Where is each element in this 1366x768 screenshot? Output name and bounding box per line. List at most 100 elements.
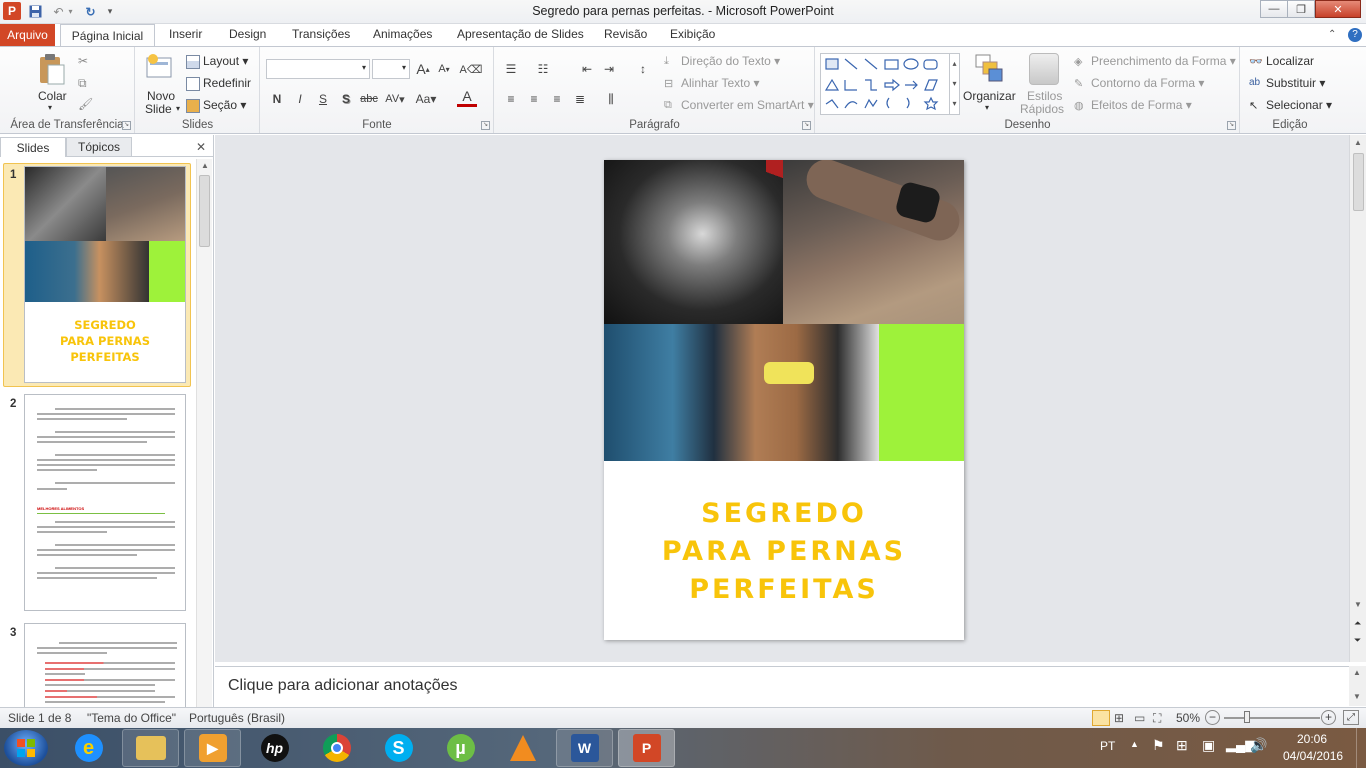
start-button[interactable] — [4, 730, 48, 766]
previous-slide-icon[interactable]: ⏶ — [1354, 618, 1361, 629]
bold-button[interactable]: N — [267, 89, 287, 109]
volume-icon[interactable]: 🔊 — [1250, 737, 1267, 754]
zoom-out-icon[interactable]: − — [1205, 710, 1220, 725]
tab-home[interactable]: Página Inicial — [60, 24, 155, 47]
italic-button[interactable]: I — [290, 89, 310, 109]
dialog-launcher-icon[interactable]: ↘ — [1227, 121, 1236, 130]
minimize-button[interactable]: — — [1260, 0, 1288, 18]
scroll-up-icon[interactable]: ▲ — [201, 161, 209, 170]
paste-button[interactable]: Colar — [38, 89, 67, 103]
zoom-level[interactable]: 50% — [1176, 711, 1200, 725]
quick-styles-icon[interactable] — [1029, 53, 1059, 85]
align-right-icon[interactable]: ≡ — [547, 89, 567, 109]
grow-font-icon[interactable]: A ▴ — [413, 59, 433, 79]
shape-effects-button[interactable]: ◍ Efeitos de Forma ▾ — [1074, 98, 1192, 113]
taskbar-file-explorer[interactable] — [122, 729, 179, 767]
font-family-select[interactable]: ▾ — [266, 59, 370, 79]
slide-vertical-scrollbar[interactable]: ▲ ▼ ⏶ ⏷ — [1349, 135, 1366, 662]
slide-title-line-3[interactable]: PERFEITAS — [604, 571, 964, 609]
fit-to-window-icon[interactable]: ⤢ — [1343, 710, 1359, 725]
show-desktop-button[interactable] — [1356, 728, 1366, 768]
slide-thumbnail-3[interactable] — [24, 623, 186, 707]
paste-dropdown-icon[interactable]: ▾ — [48, 103, 52, 112]
maximize-button[interactable]: ❐ — [1287, 0, 1315, 18]
reading-view-icon[interactable]: ▭ — [1134, 711, 1145, 725]
columns-icon[interactable]: ⫼ — [601, 89, 621, 109]
tab-file[interactable]: Arquivo — [0, 24, 55, 46]
taskbar-skype[interactable]: S — [370, 729, 427, 767]
language-status[interactable]: Português (Brasil) — [189, 711, 285, 725]
zoom-slider[interactable] — [1224, 711, 1320, 723]
slide-title-line-2[interactable]: PARA PERNAS — [604, 533, 964, 571]
underline-button[interactable]: S — [313, 89, 333, 109]
text-direction-button[interactable]: ⤓ Direção do Texto ▾ — [664, 54, 780, 69]
format-painter-icon[interactable]: 🖌 — [78, 97, 93, 111]
input-language[interactable]: PT — [1100, 739, 1115, 753]
gallery-scroll[interactable]: ▴ ▾ ▾ — [949, 54, 959, 114]
clock-time[interactable]: 20:06 — [1297, 732, 1327, 746]
help-icon[interactable]: ? — [1348, 28, 1362, 42]
scroll-up-icon[interactable]: ▲ — [1353, 668, 1361, 677]
taskbar-powerpoint[interactable]: P — [618, 729, 675, 767]
numbering-icon[interactable]: ☷ — [533, 59, 553, 79]
arrange-icon[interactable] — [974, 53, 1004, 83]
next-slide-icon[interactable]: ⏷ — [1354, 635, 1361, 646]
network-tray-icon[interactable]: ▣ — [1202, 737, 1215, 754]
clock-date[interactable]: 04/04/2016 — [1283, 749, 1343, 763]
dialog-launcher-icon[interactable]: ↘ — [122, 121, 131, 130]
reset-button[interactable]: Redefinir — [186, 76, 251, 91]
tab-outline[interactable]: Tópicos — [66, 137, 132, 157]
align-text-button[interactable]: ⊟ Alinhar Texto ▾ — [664, 76, 760, 91]
increase-indent-icon[interactable]: ⇥ — [599, 59, 619, 79]
shape-outline-button[interactable]: ✎ Contorno da Forma ▾ — [1074, 76, 1204, 91]
new-slide-dropdown-icon[interactable]: ▾ — [176, 104, 180, 113]
close-panel-icon[interactable]: ✕ — [196, 140, 206, 154]
windows-tray-icon[interactable]: ⊞ — [1176, 737, 1188, 754]
tab-design[interactable]: Design — [229, 27, 266, 41]
copy-icon[interactable]: ⧉ — [78, 76, 87, 91]
bullets-icon[interactable]: ☰ — [501, 59, 521, 79]
tab-transitions[interactable]: Transições — [292, 27, 350, 41]
paste-icon[interactable] — [38, 53, 66, 85]
shrink-font-icon[interactable]: A ▾ — [434, 59, 454, 79]
taskbar-utorrent[interactable]: µ — [432, 729, 489, 767]
line-spacing-icon[interactable]: ↕ — [633, 59, 653, 79]
tab-slide-show[interactable]: Apresentação de Slides — [457, 27, 584, 41]
font-color-button[interactable]: A — [457, 87, 477, 107]
replace-button[interactable]: ab Substituir ▾ — [1249, 76, 1325, 91]
minimize-ribbon-icon[interactable]: ⌃ — [1328, 29, 1336, 40]
zoom-slider-thumb[interactable] — [1244, 711, 1250, 723]
taskbar-vlc[interactable] — [494, 729, 551, 767]
slide-photo-lunge[interactable] — [604, 324, 879, 461]
show-hidden-icons-icon[interactable]: ▲ — [1130, 739, 1139, 749]
justify-icon[interactable]: ≣ — [570, 89, 590, 109]
theme-name[interactable]: "Tema do Office" — [87, 711, 176, 725]
dialog-launcher-icon[interactable]: ↘ — [802, 121, 811, 130]
strikethrough-button[interactable]: abc — [359, 89, 379, 109]
dialog-launcher-icon[interactable]: ↘ — [481, 121, 490, 130]
slide-photo-squat[interactable] — [604, 160, 783, 324]
taskbar-hp[interactable]: hp — [246, 729, 303, 767]
cut-icon[interactable]: ✂ — [78, 54, 88, 68]
change-case-button[interactable]: Aa ▾ — [416, 89, 437, 109]
slide-thumbnail-1[interactable]: SEGREDO PARA PERNAS PERFEITAS — [24, 166, 186, 383]
arrange-button[interactable]: Organizar — [963, 89, 1016, 103]
text-shadow-button[interactable]: S — [336, 89, 356, 109]
taskbar-chrome[interactable] — [308, 729, 365, 767]
slide-thumbnail-2[interactable]: MELHORES ALIMENTOS — [24, 394, 186, 611]
tab-slides[interactable]: Slides — [0, 137, 66, 157]
scroll-down-icon[interactable]: ▼ — [1354, 600, 1362, 609]
scroll-thumb[interactable] — [199, 175, 210, 247]
notes-placeholder[interactable]: Clique para adicionar anotações — [228, 677, 457, 695]
decrease-indent-icon[interactable]: ⇤ — [577, 59, 597, 79]
quick-styles-label-2[interactable]: Rápidos — [1020, 102, 1064, 116]
new-slide-icon[interactable] — [146, 53, 174, 79]
layout-button[interactable]: Layout ▾ — [186, 54, 248, 69]
notes-pane[interactable]: Clique para adicionar anotações — [215, 666, 1349, 706]
slide-show-icon[interactable]: ⛶ — [1153, 711, 1161, 726]
shapes-gallery[interactable]: ▴ ▾ ▾ — [820, 53, 960, 115]
panel-scrollbar[interactable]: ▲ — [196, 159, 212, 707]
taskbar-word[interactable]: W — [556, 729, 613, 767]
slide-title-line-1[interactable]: SEGREDO — [604, 495, 964, 533]
convert-smartart-button[interactable]: ⧉ Converter em SmartArt ▾ — [664, 98, 814, 113]
